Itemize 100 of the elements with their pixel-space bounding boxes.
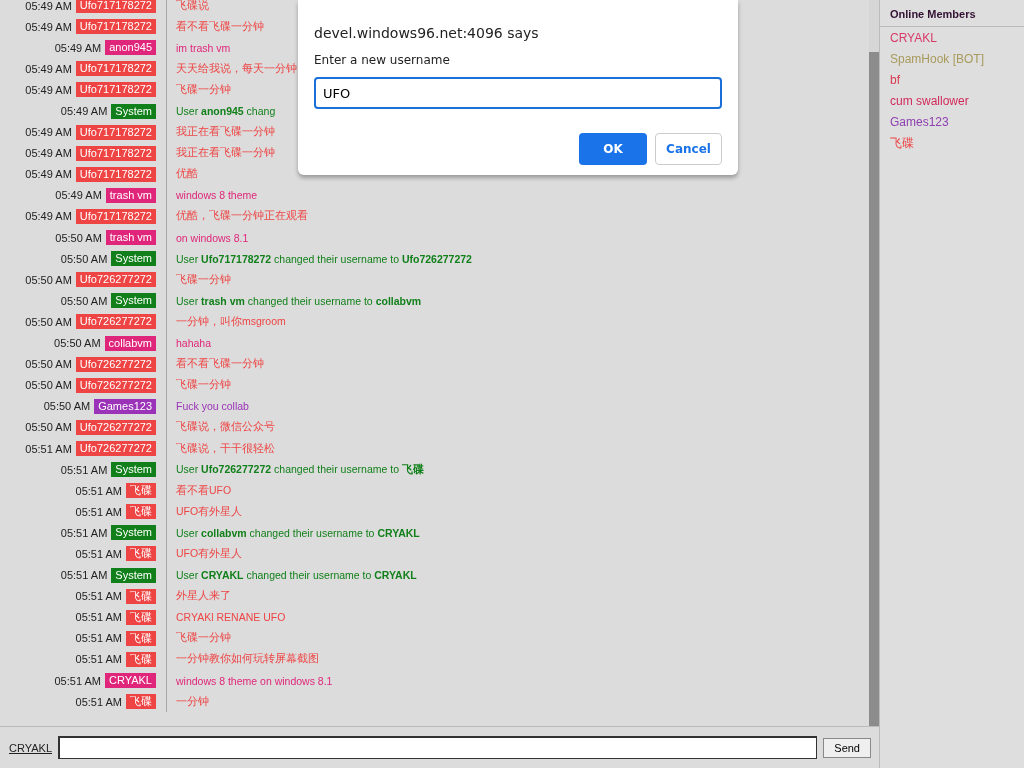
message-time: 05:50 AM [43, 400, 91, 413]
message-text: 外星人来了 [175, 589, 231, 604]
send-button[interactable]: Send [823, 737, 871, 758]
message-text: windows 8 theme [175, 189, 258, 202]
message-text: im trash vm [175, 41, 231, 54]
message-text: 飞碟说，微信公众号 [175, 420, 275, 435]
member-name[interactable]: bf [880, 69, 910, 90]
message-time: 05:50 AM [25, 379, 72, 392]
message-time: 05:50 AM [25, 421, 72, 434]
message-text: hahaha [175, 337, 212, 350]
message-text: User trash vm changed their username to collabvm [175, 294, 422, 307]
username-tag: 飞碟 [126, 504, 156, 520]
members-title: Online Members [880, 0, 1024, 27]
message-time: 05:49 AM [25, 210, 72, 223]
message-time: 05:49 AM [25, 20, 72, 33]
message-time: 05:49 AM [25, 83, 72, 96]
message-text: User collabvm changed their username to CRYAKL [175, 526, 420, 539]
message-text: UFO有外星人 [175, 547, 243, 561]
username-tag: CRYAKL [105, 673, 156, 689]
message-text: 飞碟一分钟 [175, 272, 231, 287]
message-text: User Ufo726277272 changed their username to 飞碟 [175, 462, 424, 477]
message-time: 05:50 AM [60, 294, 108, 307]
username-tag: Ufo726277272 [75, 314, 156, 330]
username-tag: 飞碟 [126, 588, 156, 604]
username-tag: System [111, 251, 156, 267]
username-tag: System [111, 525, 156, 541]
message-text: 飞碟说，干干很轻松 [175, 441, 275, 456]
username-tag: Ufo726277272 [75, 419, 156, 435]
message-time: 05:51 AM [75, 632, 122, 645]
username-tag: Ufo717178272 [75, 19, 156, 35]
message-text: windows 8 theme on windows 8.1 [175, 674, 333, 687]
message-text: on windows 8.1 [175, 231, 249, 244]
username-tag: Ufo717178272 [75, 61, 156, 77]
username-tag: Ufo717178272 [75, 0, 156, 14]
message-time: 05:50 AM [55, 231, 102, 244]
dialog-title: devel.windows96.net:4096 says [314, 25, 540, 41]
username-tag: 飞碟 [126, 630, 156, 646]
message-input[interactable] [58, 736, 818, 759]
message-time: 05:51 AM [60, 569, 108, 582]
username-tag: Ufo717178272 [75, 82, 156, 98]
message-time: 05:50 AM [25, 273, 72, 286]
username-tag: Ufo717178272 [75, 124, 156, 140]
message-text: 飞碟一分钟 [175, 631, 231, 646]
message-text: User Ufo717178272 changed their username to Ufo726277272 [175, 252, 472, 265]
message-time: 05:49 AM [25, 168, 72, 181]
username-link[interactable]: CRYAKL [9, 741, 52, 754]
dialog-message: Enter a new username [314, 53, 451, 67]
message-time: 05:51 AM [75, 484, 122, 497]
message-text: 我正在看飞碟一分钟 [175, 125, 275, 140]
member-name[interactable]: Games123 [880, 111, 959, 132]
message-time: 05:51 AM [75, 548, 122, 560]
username-tag: System [111, 567, 156, 583]
message-text: 一分钟 [175, 694, 209, 709]
message-time: 05:49 AM [25, 62, 72, 75]
message-time: 05:49 AM [55, 189, 102, 202]
username-tag: anon945 [105, 40, 156, 56]
username-tag: Games123 [94, 398, 156, 414]
member-name[interactable]: CRYAKL [880, 27, 947, 48]
message-text: 飞碟一分钟 [175, 82, 231, 97]
message-time: 05:50 AM [54, 337, 101, 350]
message-text: 我正在看飞碟一分钟 [175, 146, 275, 161]
message-time: 05:49 AM [25, 0, 72, 12]
message-text: User anon945 chang [175, 105, 276, 117]
message-time: 05:50 AM [60, 252, 108, 265]
message-text: 飞碟一分钟 [175, 378, 231, 393]
member-name[interactable]: 飞碟 [880, 132, 924, 153]
username-tag: trash vm [105, 187, 156, 203]
username-tag: 飞碟 [126, 694, 156, 710]
message-time: 05:51 AM [75, 695, 122, 708]
member-name[interactable]: cum swallower [880, 90, 979, 111]
username-tag: Ufo717178272 [75, 209, 156, 224]
username-tag: Ufo726277272 [75, 356, 156, 372]
message-text: 一分钟教你如何玩转屏幕截图 [175, 652, 319, 667]
username-tag: 飞碟 [126, 483, 156, 499]
message-text: Fuck you collab [175, 400, 249, 413]
username-tag: System [111, 293, 156, 309]
message-time: 05:51 AM [60, 463, 108, 476]
username-tag: Ufo726277272 [75, 272, 156, 288]
message-time: 05:50 AM [25, 358, 72, 371]
ok-button[interactable]: OK [579, 133, 647, 165]
username-tag: System [111, 103, 156, 119]
username-tag: System [111, 462, 156, 478]
username-tag: 飞碟 [126, 651, 156, 667]
message-time: 05:51 AM [75, 653, 122, 666]
cancel-button[interactable]: Cancel [655, 133, 722, 165]
message-time: 05:50 AM [25, 315, 72, 328]
message-time: 05:49 AM [25, 147, 72, 160]
message-time: 05:51 AM [75, 590, 122, 603]
message-text: 优酷 [175, 167, 198, 182]
message-time: 05:51 AM [54, 674, 101, 687]
message-time: 05:49 AM [60, 105, 108, 117]
message-text: 天天给我说，每天一分钟 [175, 61, 297, 76]
username-tag: 飞碟 [126, 609, 156, 625]
message-time: 05:49 AM [25, 126, 72, 139]
username-tag: collabvm [104, 335, 156, 351]
username-input[interactable]: UFO [314, 77, 722, 109]
message-text: UFO有外星人 [175, 504, 243, 519]
message-time: 05:51 AM [75, 505, 122, 518]
message-text: User CRYAKL changed their username to CRYAKL [175, 569, 417, 582]
message-text: 一分钟，叫你msgroom [175, 314, 286, 329]
